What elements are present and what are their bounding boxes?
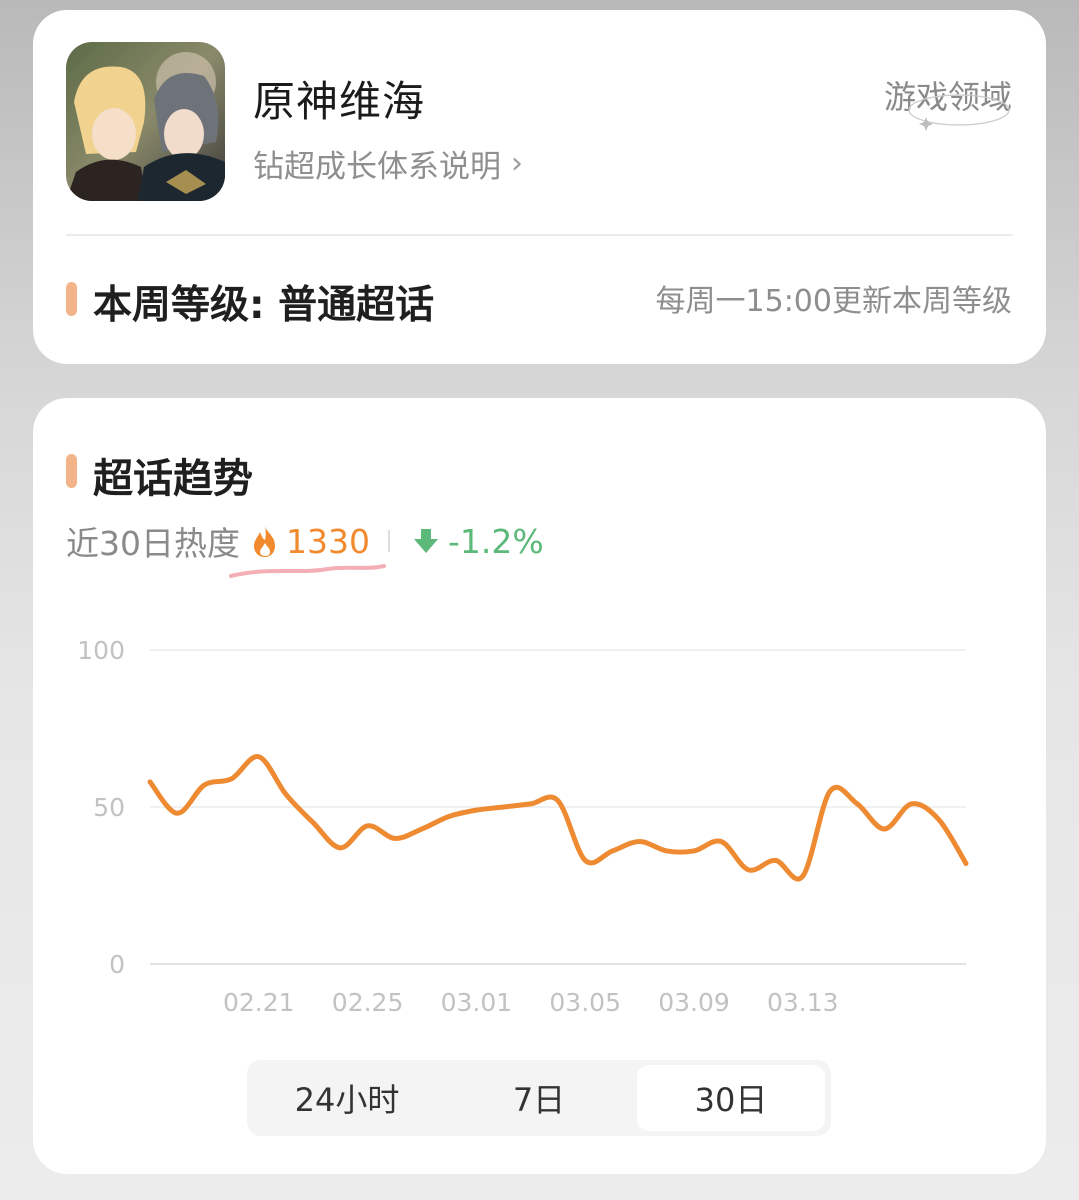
tab-7d[interactable]: 7日 xyxy=(445,1065,633,1131)
divider xyxy=(66,234,1013,236)
x-tick-label: 03.13 xyxy=(767,988,839,1017)
accent-bar xyxy=(66,282,77,316)
heat-series-line xyxy=(147,754,969,882)
growth-link-label: 钻超成长体系说明 xyxy=(253,149,501,185)
community-card: 原神维海 钻超成长体系说明 › 游戏领域 本周等级: 普通超话 每周一15:00… xyxy=(33,10,1046,364)
y-tick-label: 100 xyxy=(77,636,125,665)
domain-badge: 游戏领域 xyxy=(884,72,1012,131)
tab-24h[interactable]: 24小时 xyxy=(253,1065,441,1131)
y-tick-label: 0 xyxy=(109,950,125,979)
x-tick-label: 02.21 xyxy=(223,988,295,1017)
chevron-right-icon: › xyxy=(511,146,523,181)
x-tick-label: 03.09 xyxy=(658,988,730,1017)
sparkle-ring-icon xyxy=(908,94,1010,131)
trend-card: 超话趋势 近30日热度 1330 -1.2% 100 50 0 02.21 02.25 0… xyxy=(33,398,1046,1174)
tab-label: 24小时 xyxy=(294,1081,400,1119)
x-tick-label: 03.01 xyxy=(441,988,513,1017)
trend-chart: 100 50 0 02.21 02.25 03.01 03.05 03.09 03.13 xyxy=(77,636,969,1017)
x-tick-label: 03.05 xyxy=(549,988,621,1017)
growth-system-link[interactable]: 钻超成长体系说明 › xyxy=(253,141,523,186)
x-tick-label: 02.25 xyxy=(332,988,404,1017)
tab-label: 30日 xyxy=(694,1081,768,1119)
community-avatar[interactable] xyxy=(66,42,225,201)
level-update-note: 每周一15:00更新本周等级 xyxy=(655,284,1012,319)
tab-label: 7日 xyxy=(512,1081,566,1119)
community-name: 原神维海 xyxy=(253,77,426,126)
weekly-level: 本周等级: 普通超话 xyxy=(93,283,435,328)
tab-30d[interactable]: 30日 xyxy=(637,1065,825,1131)
y-tick-label: 50 xyxy=(93,793,125,822)
range-segmented-control: 24小时 7日 30日 xyxy=(247,1060,831,1136)
